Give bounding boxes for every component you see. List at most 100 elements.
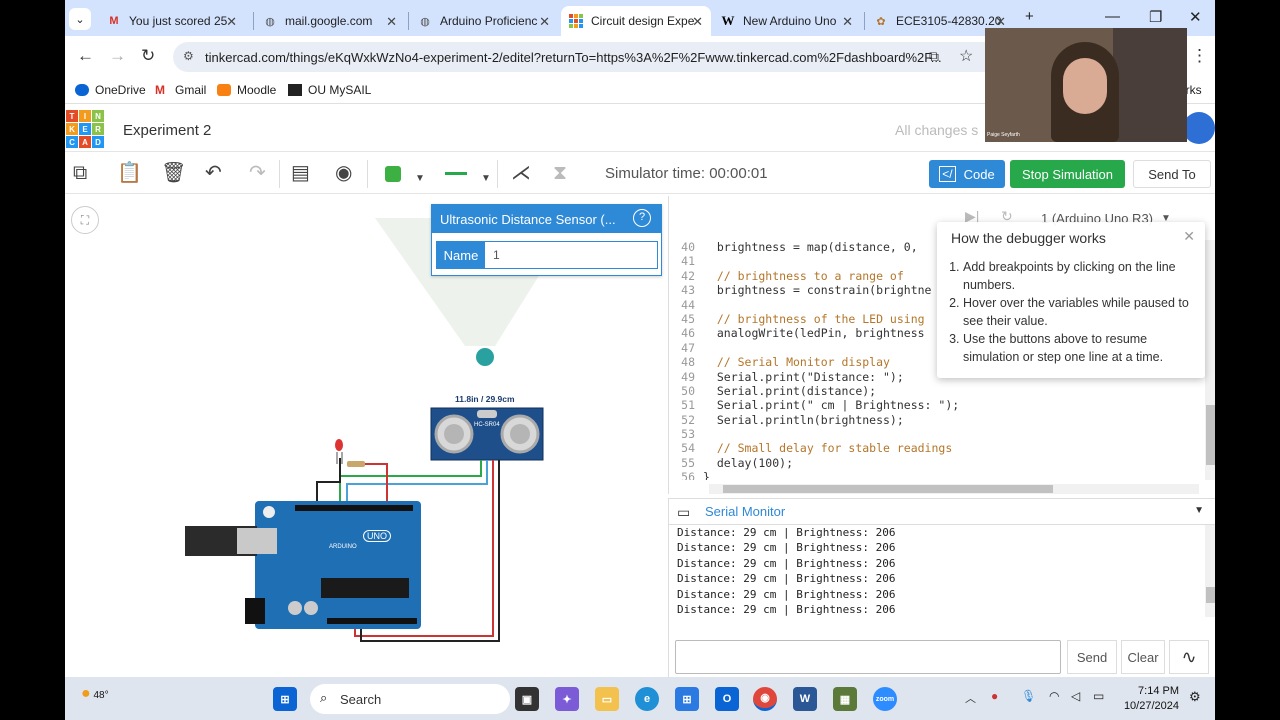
restore-button[interactable]: ❐ xyxy=(1149,8,1162,26)
line-number[interactable]: 47 xyxy=(669,341,703,355)
tab-2[interactable]: ◍ Arduino Proficienc ✕ xyxy=(410,6,558,36)
notification-icon[interactable]: ⚙ xyxy=(1189,689,1201,705)
edge-icon[interactable]: e xyxy=(635,687,659,711)
line-number[interactable]: 45 xyxy=(669,312,703,326)
reload-icon[interactable]: ↻ xyxy=(141,46,155,66)
tab-search-button[interactable]: ⌄ xyxy=(69,8,91,30)
code-line[interactable]: 52 Serial.println(brightness); xyxy=(669,413,1205,427)
resistor[interactable] xyxy=(347,461,365,467)
code-line[interactable]: 56} xyxy=(669,470,1205,480)
copilot-icon[interactable]: ✦ xyxy=(555,687,579,711)
serial-monitor-header[interactable]: ▭ Serial Monitor ▼ xyxy=(669,499,1215,525)
line-number[interactable]: 50 xyxy=(669,384,703,398)
bookmark-onedrive[interactable]: OneDrive xyxy=(75,83,146,97)
wifi-icon[interactable]: ◠ xyxy=(1049,689,1059,703)
line-number[interactable]: 53 xyxy=(669,427,703,441)
file-explorer-icon[interactable]: ▭ xyxy=(595,687,619,711)
scroll-thumb[interactable] xyxy=(1206,405,1215,465)
site-info-icon[interactable]: ⚙ xyxy=(183,49,194,63)
code-line[interactable]: 53 xyxy=(669,427,1205,441)
graph-icon[interactable]: ∿ xyxy=(1169,640,1209,674)
close-icon[interactable]: ✕ xyxy=(1183,228,1195,245)
wire[interactable] xyxy=(316,458,341,506)
tinkercad-logo[interactable]: T I N K E R C A D xyxy=(66,110,104,148)
chevron-down-icon[interactable]: ▼ xyxy=(481,168,491,190)
menu-icon[interactable]: ⋮ xyxy=(1191,46,1208,66)
arduino-board[interactable] xyxy=(255,501,421,629)
line-number[interactable]: 42 xyxy=(669,269,703,283)
start-icon[interactable]: ⊞ xyxy=(273,687,297,711)
line-number[interactable]: 46 xyxy=(669,326,703,340)
chevron-down-icon[interactable]: ▼ xyxy=(1194,505,1204,516)
delete-icon[interactable]: 🗑 xyxy=(161,162,186,184)
forward-icon[interactable]: → xyxy=(109,46,126,66)
task-view-icon[interactable]: ▣ xyxy=(515,687,539,711)
flip-icon[interactable]: ⧗ xyxy=(553,162,567,184)
code-line[interactable]: 54 // Small delay for stable readings xyxy=(669,441,1205,455)
battery-icon[interactable]: ▭ xyxy=(1093,689,1104,703)
code-line[interactable]: 51 Serial.print(" cm | Brightness: "); xyxy=(669,398,1205,412)
line-number[interactable]: 56 xyxy=(669,470,703,480)
word-icon[interactable]: W xyxy=(793,687,817,711)
led[interactable] xyxy=(335,439,343,451)
copy-icon[interactable]: ⧉ xyxy=(73,162,87,184)
name-input[interactable]: 1 xyxy=(485,242,657,268)
chevron-up-icon[interactable]: ︿ xyxy=(965,690,976,706)
redo-icon[interactable]: ↷ xyxy=(249,162,266,184)
close-icon[interactable]: ✕ xyxy=(692,14,703,30)
target-object[interactable] xyxy=(476,348,494,366)
color-swatch[interactable] xyxy=(385,166,401,182)
undo-icon[interactable]: ↶ xyxy=(205,162,222,184)
wire-style-icon[interactable] xyxy=(445,172,467,175)
line-number[interactable]: 44 xyxy=(669,298,703,312)
line-number[interactable]: 40 xyxy=(669,240,703,254)
help-icon[interactable]: ? xyxy=(633,209,651,227)
notes-icon[interactable]: ▤ xyxy=(291,162,310,184)
taskbar-search[interactable]: ⌕ Search xyxy=(310,684,510,714)
close-icon[interactable]: ✕ xyxy=(226,14,237,30)
line-number[interactable]: 43 xyxy=(669,283,703,297)
bookmark-star-icon[interactable]: ☆ xyxy=(959,46,973,66)
code-vertical-scrollbar[interactable] xyxy=(1205,240,1215,480)
url-bar[interactable]: ⚙ tinkercad.com/things/eKqWxkWzNo4-exper… xyxy=(173,42,1003,72)
code-line[interactable]: 55 delay(100); xyxy=(669,456,1205,470)
store-icon[interactable]: ⊞ xyxy=(675,687,699,711)
clear-button[interactable]: Clear xyxy=(1121,640,1165,674)
scroll-thumb[interactable] xyxy=(1206,587,1215,603)
zoom-icon[interactable]: zoom xyxy=(873,687,897,711)
weather-widget[interactable]: ● 48° xyxy=(81,685,109,703)
minimize-button[interactable]: — xyxy=(1105,8,1120,25)
outlook-icon[interactable]: O xyxy=(715,687,739,711)
stop-simulation-button[interactable]: Stop Simulation xyxy=(1010,160,1125,188)
paste-icon[interactable]: 📋 xyxy=(117,162,142,184)
taskbar-clock[interactable]: 7:14 PM 10/27/2024 xyxy=(1119,684,1179,714)
line-number[interactable]: 52 xyxy=(669,413,703,427)
wire-tool-icon[interactable]: ⋌ xyxy=(511,162,531,184)
bookmark-moodle[interactable]: Moodle xyxy=(217,83,276,97)
line-number[interactable]: 49 xyxy=(669,370,703,384)
code-horizontal-scrollbar[interactable] xyxy=(709,484,1199,494)
close-icon[interactable]: ✕ xyxy=(539,14,550,30)
line-number[interactable]: 41 xyxy=(669,254,703,268)
wire[interactable] xyxy=(346,460,488,506)
close-window-button[interactable]: ✕ xyxy=(1189,8,1202,26)
avatar[interactable] xyxy=(1183,112,1215,144)
camera-icon[interactable]: ● xyxy=(991,689,998,703)
back-icon[interactable]: ← xyxy=(77,46,94,66)
chevron-down-icon[interactable]: ▼ xyxy=(415,168,425,190)
bookmark-gmail[interactable]: M Gmail xyxy=(155,83,206,97)
new-tab-button[interactable]: + xyxy=(1025,8,1034,25)
chrome-icon[interactable]: ◉ xyxy=(753,687,777,711)
circuit-canvas[interactable]: ⛶ 11.8in / 29.9cm HC-SR04 UNO ARDUINO Ul… xyxy=(65,196,668,677)
reset-button[interactable] xyxy=(263,506,275,518)
tab-3-active[interactable]: Circuit design Expe ✕ xyxy=(561,6,711,36)
scroll-thumb[interactable] xyxy=(723,485,1053,493)
send-button[interactable]: Send xyxy=(1067,640,1117,674)
tab-4[interactable]: W New Arduino Uno ✕ xyxy=(713,6,861,36)
close-icon[interactable]: ✕ xyxy=(842,14,853,30)
line-number[interactable]: 54 xyxy=(669,441,703,455)
send-to-button[interactable]: Send To xyxy=(1133,160,1211,188)
app-icon[interactable]: ▦ xyxy=(833,687,857,711)
install-icon[interactable]: ⧉ xyxy=(929,48,939,65)
line-number[interactable]: 55 xyxy=(669,456,703,470)
